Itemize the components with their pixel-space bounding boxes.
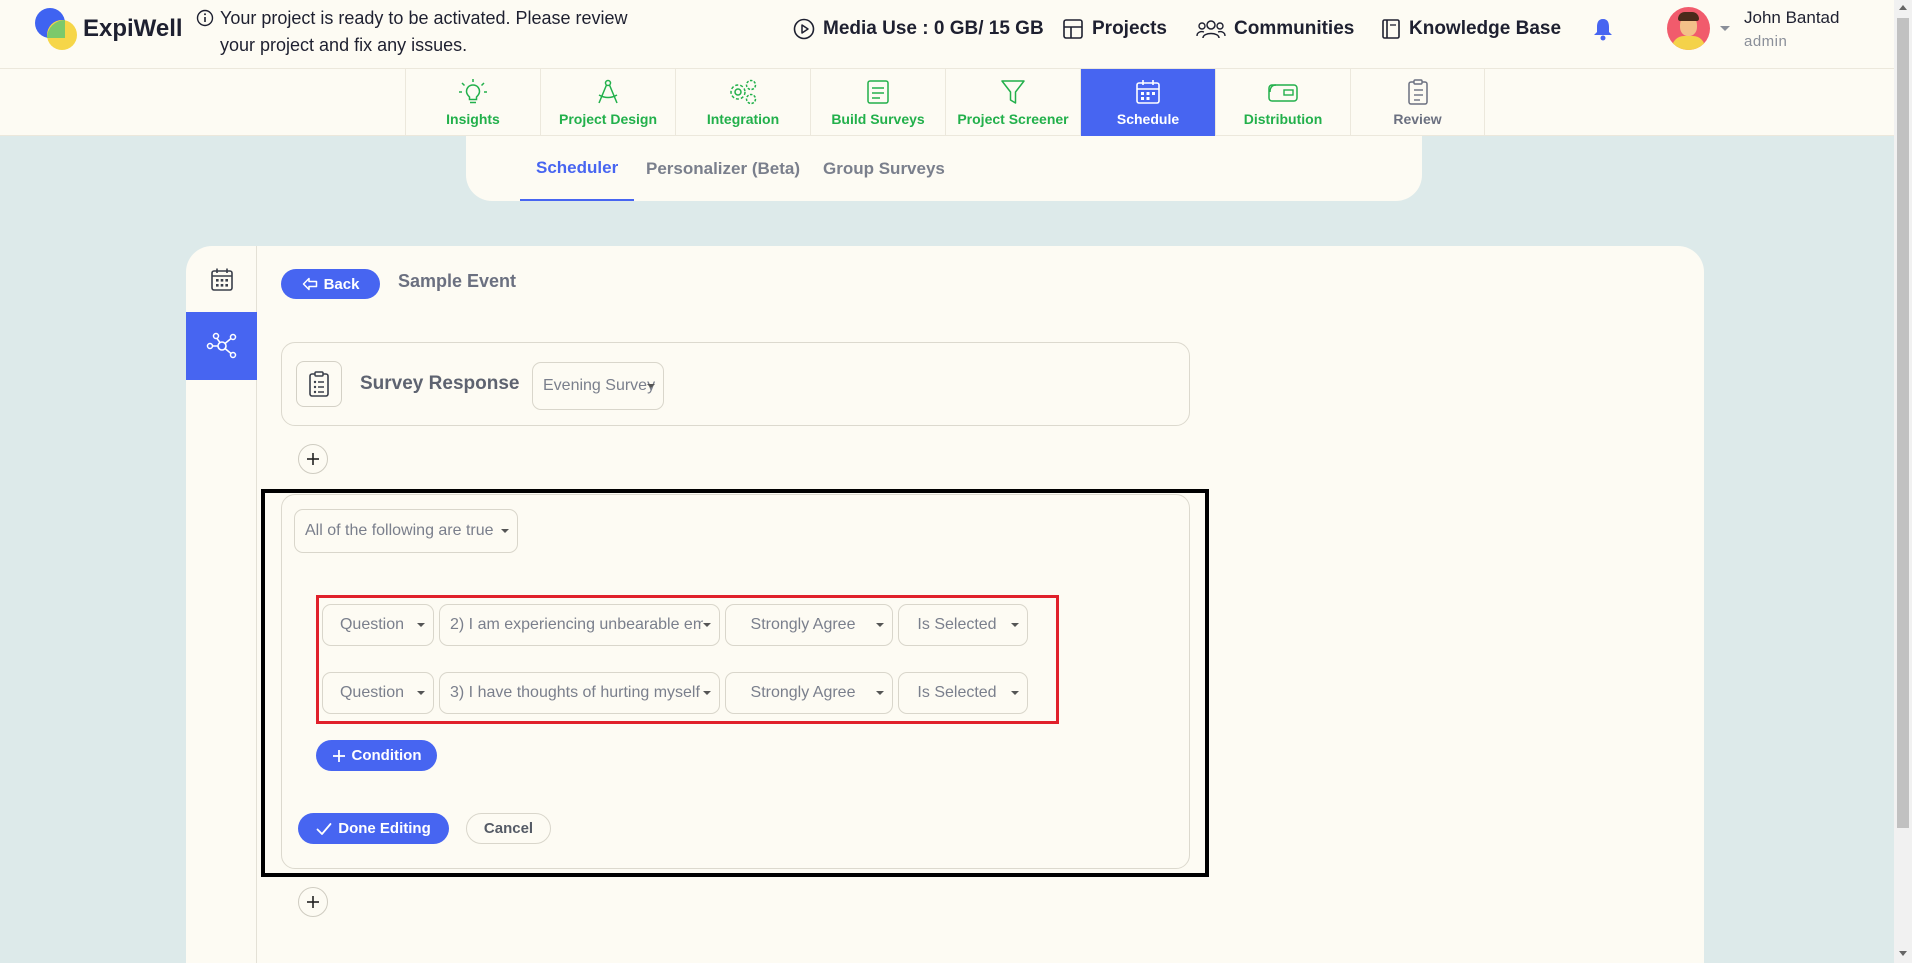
grid-icon <box>1062 18 1084 40</box>
notice-text: Your project is ready to be activated. P… <box>220 8 628 55</box>
survey-select[interactable]: Evening Survey <box>532 362 664 410</box>
top-header: ExpiWell Your project is ready to be act… <box>0 0 1894 69</box>
plus-icon <box>307 896 319 908</box>
tab-review[interactable]: Review <box>1350 69 1485 136</box>
compass-icon <box>598 79 618 104</box>
tab-label: Project Screener <box>957 111 1069 127</box>
survey-trigger-icon-box <box>296 361 342 407</box>
nav-communities-label: Communities <box>1234 18 1355 39</box>
caret-down-icon <box>647 384 655 388</box>
calendar-icon <box>1136 80 1160 104</box>
tab-project-design[interactable]: Project Design <box>540 69 675 136</box>
filter-icon <box>1001 80 1025 104</box>
tab-project-screener[interactable]: Project Screener <box>945 69 1080 136</box>
tab-integration[interactable]: Integration <box>675 69 810 136</box>
page-scrollbar[interactable] <box>1894 0 1912 963</box>
add-step-button[interactable] <box>298 887 328 917</box>
logo-text: ExpiWell <box>83 15 183 42</box>
nav-communities[interactable]: Communities <box>1196 0 1354 58</box>
arrow-left-icon <box>302 277 317 291</box>
users-icon <box>1196 18 1226 40</box>
tab-build-surveys[interactable]: Build Surveys <box>810 69 945 136</box>
lightbulb-icon <box>459 79 487 104</box>
avatar[interactable] <box>1667 7 1710 50</box>
event-title: Sample Event <box>398 271 517 291</box>
media-use[interactable]: Media Use : 0 GB/ 15 GB <box>793 0 1044 58</box>
tab-group-surveys[interactable]: Group Surveys <box>823 136 945 201</box>
clipboard-icon <box>1407 79 1428 105</box>
tab-label: Review <box>1393 111 1442 127</box>
nav-knowledge-label: Knowledge Base <box>1409 18 1562 39</box>
tab-schedule[interactable]: Schedule <box>1080 69 1215 136</box>
tab-distribution[interactable]: Distribution <box>1215 69 1350 136</box>
activation-notice: Your project is ready to be activated. P… <box>196 5 656 59</box>
project-tab-bar: Insights Project Design Integration Buil… <box>0 69 1894 136</box>
scroll-up-icon[interactable] <box>1899 5 1907 10</box>
expiwell-logo-icon <box>35 8 77 50</box>
scrollbar-thumb[interactable] <box>1897 18 1909 828</box>
tab-label: Build Surveys <box>831 111 925 127</box>
bell-icon[interactable] <box>1592 17 1614 41</box>
highlight-frame-red <box>316 595 1059 724</box>
play-circle-icon <box>793 18 815 40</box>
back-label: Back <box>323 275 360 293</box>
tab-personalizer[interactable]: Personalizer (Beta) <box>646 136 800 201</box>
rail-calendar[interactable] <box>186 246 257 314</box>
gears-icon <box>730 79 757 105</box>
clipboard-list-icon <box>309 371 329 397</box>
survey-select-value: Evening Survey <box>543 377 656 394</box>
tab-label: Insights <box>446 111 500 127</box>
tab-label: Distribution <box>1243 111 1323 127</box>
rail-logic[interactable] <box>186 312 257 380</box>
trigger-label: Survey Response <box>360 373 520 394</box>
media-use-label: Media Use : 0 GB/ 15 GB <box>823 18 1044 39</box>
back-button[interactable]: Back <box>281 269 380 299</box>
tab-insights[interactable]: Insights <box>405 69 540 136</box>
plus-icon <box>307 453 319 465</box>
network-icon <box>206 332 236 359</box>
tab-label: Integration <box>706 111 780 127</box>
scroll-down-icon[interactable] <box>1899 951 1907 956</box>
tab-label: Schedule <box>1116 111 1180 127</box>
user-role: admin <box>1744 33 1788 50</box>
form-icon <box>867 80 889 104</box>
schedule-subtabs: Scheduler Personalizer (Beta) Group Surv… <box>466 136 1422 201</box>
info-icon <box>196 9 214 27</box>
book-icon <box>1381 18 1401 40</box>
nav-knowledge-base[interactable]: Knowledge Base <box>1381 0 1561 58</box>
editor-side-rail <box>186 246 257 963</box>
calendar-icon <box>210 268 233 291</box>
chevron-down-icon[interactable] <box>1720 26 1730 31</box>
add-step-button[interactable] <box>298 444 328 474</box>
user-name: John Bantad <box>1744 8 1840 27</box>
nav-projects-label: Projects <box>1092 18 1167 39</box>
nav-projects[interactable]: Projects <box>1062 0 1167 58</box>
logo[interactable]: ExpiWell <box>35 8 183 50</box>
tab-scheduler[interactable]: Scheduler <box>520 136 635 201</box>
mailbox-icon <box>1268 84 1298 102</box>
tab-label: Project Design <box>558 111 658 127</box>
